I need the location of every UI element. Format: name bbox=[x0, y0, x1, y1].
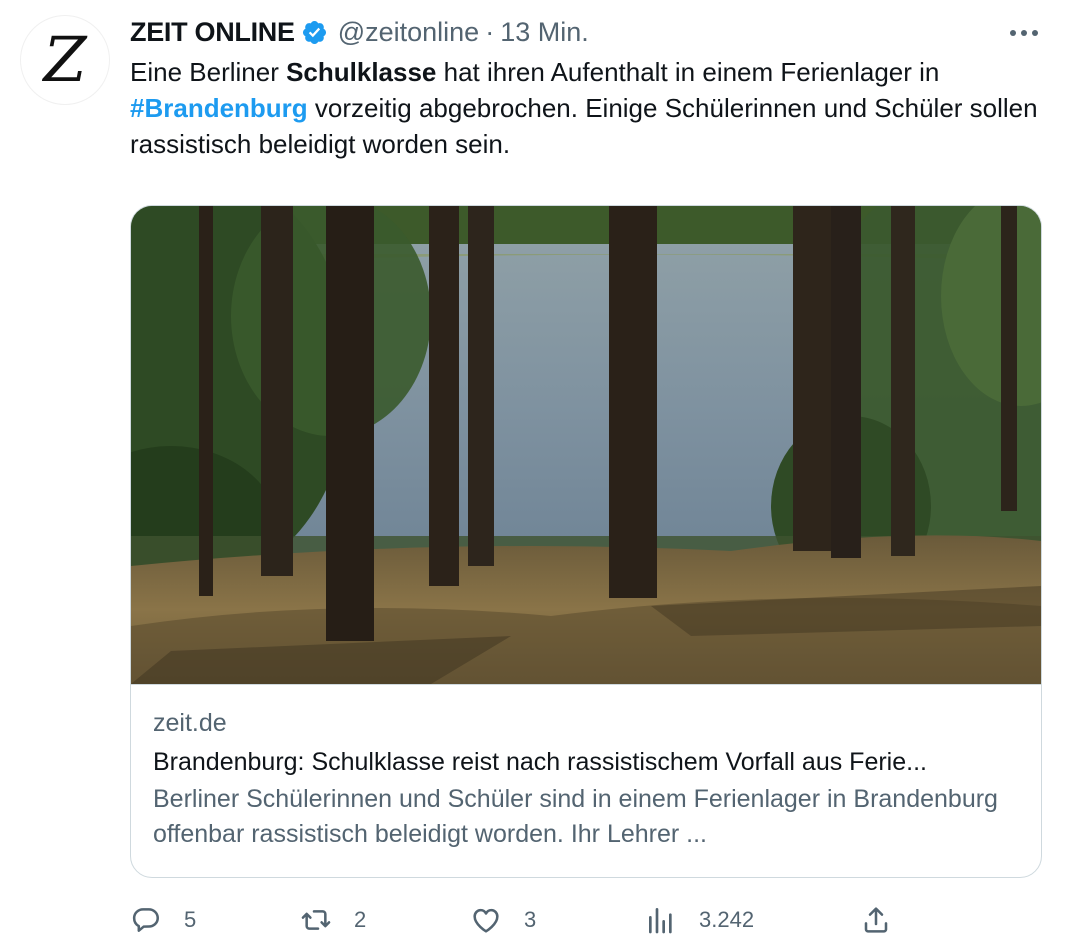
views-button[interactable]: 3.242 bbox=[645, 898, 754, 942]
tweet-text-bold: Schulklasse bbox=[286, 57, 437, 87]
display-name[interactable]: ZEIT ONLINE bbox=[130, 14, 295, 50]
card-image[interactable] bbox=[131, 206, 1041, 684]
reply-icon bbox=[132, 908, 160, 932]
views-icon bbox=[649, 908, 672, 934]
handle[interactable]: @zeitonline bbox=[338, 14, 480, 50]
card-domain: zeit.de bbox=[153, 709, 227, 737]
reply-button[interactable]: 5 bbox=[130, 898, 196, 942]
link-card[interactable]: zeit.de Brandenburg: Schulklasse reist n… bbox=[130, 205, 1042, 878]
tweet-header: ZEIT ONLINE @zeitonline · 13 Min. bbox=[130, 14, 589, 50]
tweet-text-part: hat ihren Aufenthalt in einem Ferienlage… bbox=[436, 57, 940, 87]
timestamp[interactable]: 13 Min. bbox=[500, 14, 589, 50]
card-description: Berliner Schülerinnen und Schüler sind i… bbox=[153, 785, 998, 848]
views-count: 3.242 bbox=[699, 907, 755, 932]
action-bar: 5 2 3 3.242 bbox=[130, 898, 1040, 942]
retweet-icon bbox=[301, 910, 331, 930]
avatar[interactable]: Z bbox=[20, 15, 110, 105]
reply-count: 5 bbox=[184, 907, 197, 932]
card-title: Brandenburg: Schulklasse reist nach rass… bbox=[153, 748, 927, 776]
avatar-letter: Z bbox=[41, 25, 87, 95]
more-options-icon bbox=[1010, 30, 1038, 36]
share-icon bbox=[864, 907, 888, 933]
like-count: 3 bbox=[524, 907, 537, 932]
zeit-logo-icon: Z bbox=[41, 25, 87, 95]
retweet-button[interactable]: 2 bbox=[300, 898, 366, 942]
more-options-button[interactable] bbox=[1002, 18, 1046, 48]
verified-badge-icon[interactable] bbox=[301, 19, 328, 46]
tweet-text: Eine Berliner Schulklasse hat ihren Aufe… bbox=[130, 54, 1040, 162]
share-button[interactable] bbox=[860, 898, 892, 942]
like-icon bbox=[473, 908, 499, 933]
hashtag-link[interactable]: #Brandenburg bbox=[130, 93, 308, 123]
card-body: zeit.de Brandenburg: Schulklasse reist n… bbox=[131, 684, 1041, 852]
tweet-text-part: Eine Berliner bbox=[130, 57, 287, 87]
separator-dot: · bbox=[485, 17, 495, 47]
retweet-count: 2 bbox=[354, 907, 367, 932]
like-button[interactable]: 3 bbox=[470, 898, 536, 942]
